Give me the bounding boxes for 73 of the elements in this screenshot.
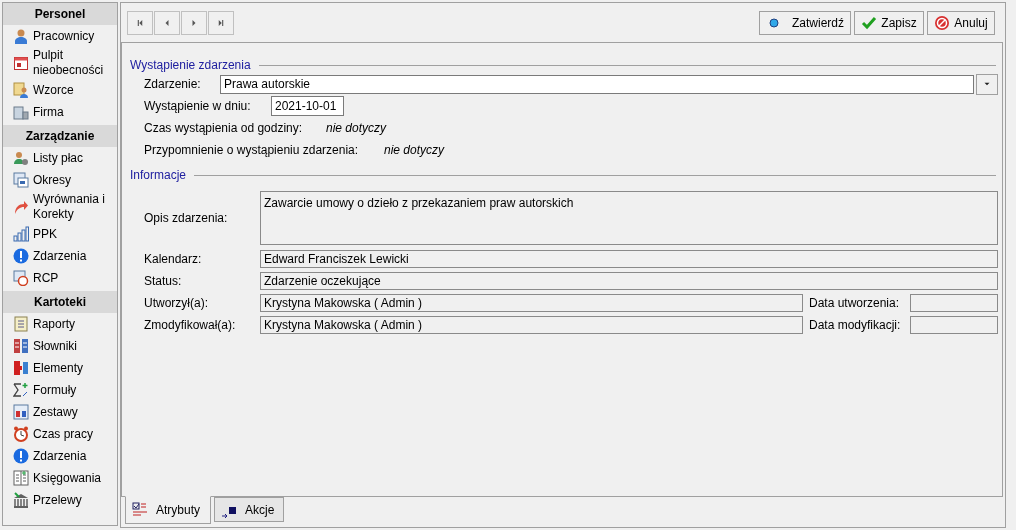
- dot-icon: [766, 15, 782, 31]
- bar-chart-icon: [13, 226, 29, 242]
- readonly-field: Edward Franciszek Lewicki: [260, 250, 998, 268]
- field-value: nie dotyczy: [384, 142, 445, 159]
- exclamation-icon: [13, 448, 29, 464]
- field-label: Wystąpienie w dniu:: [144, 98, 252, 115]
- sidebar-item[interactable]: Wyrównania i Korekty: [3, 191, 117, 223]
- sidebar-item[interactable]: Elementy: [3, 357, 117, 379]
- sidebar-item[interactable]: Wzorce: [3, 79, 117, 101]
- sidebar-item[interactable]: Czas pracy: [3, 423, 117, 445]
- sidebar-item[interactable]: Słowniki: [3, 335, 117, 357]
- form-icon: [132, 502, 148, 518]
- readonly-field: Krystyna Makowska ( Admin ): [260, 294, 803, 312]
- readonly-field: Zdarzenie oczekujące: [260, 272, 998, 290]
- field-label: Czas wystąpienia od godziny:: [144, 120, 304, 137]
- alarm-clock-icon: [13, 426, 29, 442]
- bank-icon: [13, 492, 29, 508]
- checkmark-icon: [861, 15, 878, 31]
- sidebar-item[interactable]: Pulpit nieobecności: [3, 47, 117, 79]
- section-heading: Wystąpienie zdarzenia: [130, 57, 251, 74]
- sidebar-item[interactable]: Firma: [3, 101, 117, 123]
- section-header: Personel: [3, 3, 117, 25]
- sidebar-item[interactable]: RCP: [3, 267, 117, 289]
- tab[interactable]: Akcje: [214, 497, 284, 522]
- section-header: Kartoteki: [3, 291, 117, 313]
- save-button[interactable]: Zapisz: [854, 11, 924, 35]
- section-heading: Informacje: [130, 167, 187, 184]
- textarea-field: Zawarcie umowy o dzieło z przekazaniem praw autorskich: [260, 191, 998, 245]
- window-icon: [13, 172, 29, 188]
- field-label: Zdarzenie:: [144, 76, 202, 93]
- sidebar-item[interactable]: Pracownicy: [3, 25, 117, 47]
- ledger-icon: [13, 470, 29, 486]
- people-icon: [13, 82, 29, 98]
- document-icon: [13, 316, 29, 332]
- building-icon: [13, 104, 29, 120]
- sidebar-item[interactable]: Listy płac: [3, 147, 117, 169]
- field-label: Zmodyfikował(a):: [144, 317, 237, 334]
- previous-button[interactable]: [154, 11, 180, 35]
- last-button[interactable]: [208, 11, 234, 35]
- field-label: Utworzył(a):: [144, 295, 209, 312]
- section-header: Zarządzanie: [3, 125, 117, 147]
- readonly-field: Krystyna Makowska ( Admin ): [260, 316, 803, 334]
- curved-arrow-icon: [13, 199, 29, 215]
- sidebar-item[interactable]: Raporty: [3, 313, 117, 335]
- field-label: Kalendarz:: [144, 251, 203, 268]
- date-field[interactable]: 2021-10-01: [271, 96, 344, 116]
- tab[interactable]: Atrybuty: [125, 496, 211, 524]
- first-button[interactable]: [127, 11, 153, 35]
- sidebar-item[interactable]: Księgowania: [3, 467, 117, 489]
- sidebar-item[interactable]: Zestawy: [3, 401, 117, 423]
- cancel-button[interactable]: Anuluj: [927, 11, 995, 35]
- sigma-icon: [13, 382, 29, 398]
- confirm-button[interactable]: Zatwierdź: [759, 11, 851, 35]
- exclamation-icon: [13, 248, 29, 264]
- field-label: Data modyfikacji:: [808, 317, 902, 334]
- calendar-icon: [13, 55, 29, 71]
- field-label: Status:: [144, 273, 183, 290]
- dropdown-field[interactable]: Prawa autorskie: [220, 74, 974, 94]
- field-label: Opis zdarzenia:: [144, 210, 229, 227]
- field-value: nie dotyczy: [326, 120, 387, 137]
- sidebar-item[interactable]: Okresy: [3, 169, 117, 191]
- field-label: Data utworzenia:: [808, 295, 901, 312]
- prohibited-icon: [934, 15, 951, 31]
- sidebar-item[interactable]: Zdarzenia: [3, 445, 117, 467]
- sidebar-item[interactable]: Formuły: [3, 379, 117, 401]
- person-icon: [13, 28, 29, 44]
- clock-window-icon: [13, 270, 29, 286]
- field-label: Przypomnienie o wystąpieniu zdarzenia:: [144, 142, 360, 159]
- next-button[interactable]: [181, 11, 207, 35]
- dropdown-button[interactable]: [976, 73, 998, 95]
- sidebar-item[interactable]: Przelewy: [3, 489, 117, 511]
- sidebar-item[interactable]: Zdarzenia: [3, 245, 117, 267]
- sidebar-item[interactable]: PPK: [3, 223, 117, 245]
